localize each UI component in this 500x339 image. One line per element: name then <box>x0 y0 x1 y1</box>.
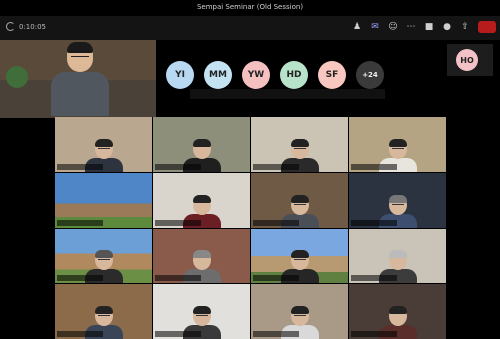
meeting-toolbar: 0:10:05 ♟ ✉ ☺ ⋯ ■ ● ⇧ <box>0 16 500 40</box>
mic-icon[interactable]: ● <box>440 20 454 34</box>
self-video-tile <box>0 40 156 118</box>
name-label <box>155 219 201 226</box>
avatar[interactable]: YI <box>166 61 194 89</box>
presenter-head <box>67 42 93 72</box>
video-tile[interactable] <box>251 172 348 228</box>
meeting-timer: 0:10:05 <box>6 22 46 31</box>
video-tile[interactable] <box>349 172 446 228</box>
video-tile[interactable] <box>153 117 250 172</box>
video-tile[interactable] <box>153 228 250 284</box>
name-label <box>155 331 201 337</box>
name-label <box>57 331 103 337</box>
window-title: Sempai Seminar (Old Session) <box>196 3 304 11</box>
chat-icon[interactable]: ✉ <box>368 20 382 34</box>
timer-icon <box>6 22 15 31</box>
timer-text: 0:10:05 <box>19 22 46 31</box>
title-bar: Sempai Seminar (Old Session) <box>0 0 500 16</box>
video-tile[interactable] <box>251 117 348 172</box>
avatar[interactable]: MM <box>204 61 232 89</box>
more-participants-badge[interactable]: +24 <box>356 61 384 89</box>
more-icon[interactable]: ⋯ <box>404 20 418 34</box>
name-label <box>57 163 103 170</box>
video-tile[interactable] <box>153 284 250 339</box>
reactions-icon[interactable]: ☺ <box>386 20 400 34</box>
video-tile[interactable] <box>349 117 446 172</box>
name-label <box>351 275 397 282</box>
share-icon[interactable]: ⇧ <box>458 20 472 34</box>
camera-icon[interactable]: ■ <box>422 20 436 34</box>
video-tile[interactable] <box>349 284 446 339</box>
avatar[interactable]: HD <box>280 61 308 89</box>
name-label <box>351 331 397 337</box>
video-tile[interactable] <box>251 284 348 339</box>
name-label <box>253 219 299 226</box>
leave-button[interactable] <box>478 21 496 33</box>
avatar[interactable]: YW <box>242 61 270 89</box>
video-tile[interactable] <box>55 117 152 172</box>
video-tile[interactable] <box>349 228 446 284</box>
video-tile[interactable] <box>251 228 348 284</box>
video-tile[interactable] <box>55 228 152 284</box>
avatar[interactable]: SF <box>318 61 346 89</box>
presenter <box>51 42 109 118</box>
video-grid <box>55 117 446 339</box>
name-label <box>351 219 397 226</box>
name-label <box>57 219 103 226</box>
video-tile[interactable] <box>153 172 250 228</box>
name-label <box>155 163 201 170</box>
name-label <box>253 163 299 170</box>
name-label <box>351 163 397 170</box>
toolbar-icons: ♟ ✉ ☺ ⋯ ■ ● ⇧ <box>350 20 500 34</box>
video-tile[interactable] <box>55 172 152 228</box>
name-label <box>57 275 103 282</box>
video-tile[interactable] <box>55 284 152 339</box>
name-label <box>253 331 299 337</box>
people-icon[interactable]: ♟ <box>350 20 364 34</box>
redacted-name-bar <box>190 89 385 99</box>
name-label <box>253 275 299 282</box>
presenter-body <box>51 72 109 116</box>
avatar[interactable]: HO <box>456 49 478 71</box>
plant <box>6 66 28 88</box>
name-label <box>155 275 201 282</box>
side-participant-tile: HO <box>447 44 493 76</box>
participant-avatars: YI MM YW HD SF +24 <box>166 61 384 89</box>
